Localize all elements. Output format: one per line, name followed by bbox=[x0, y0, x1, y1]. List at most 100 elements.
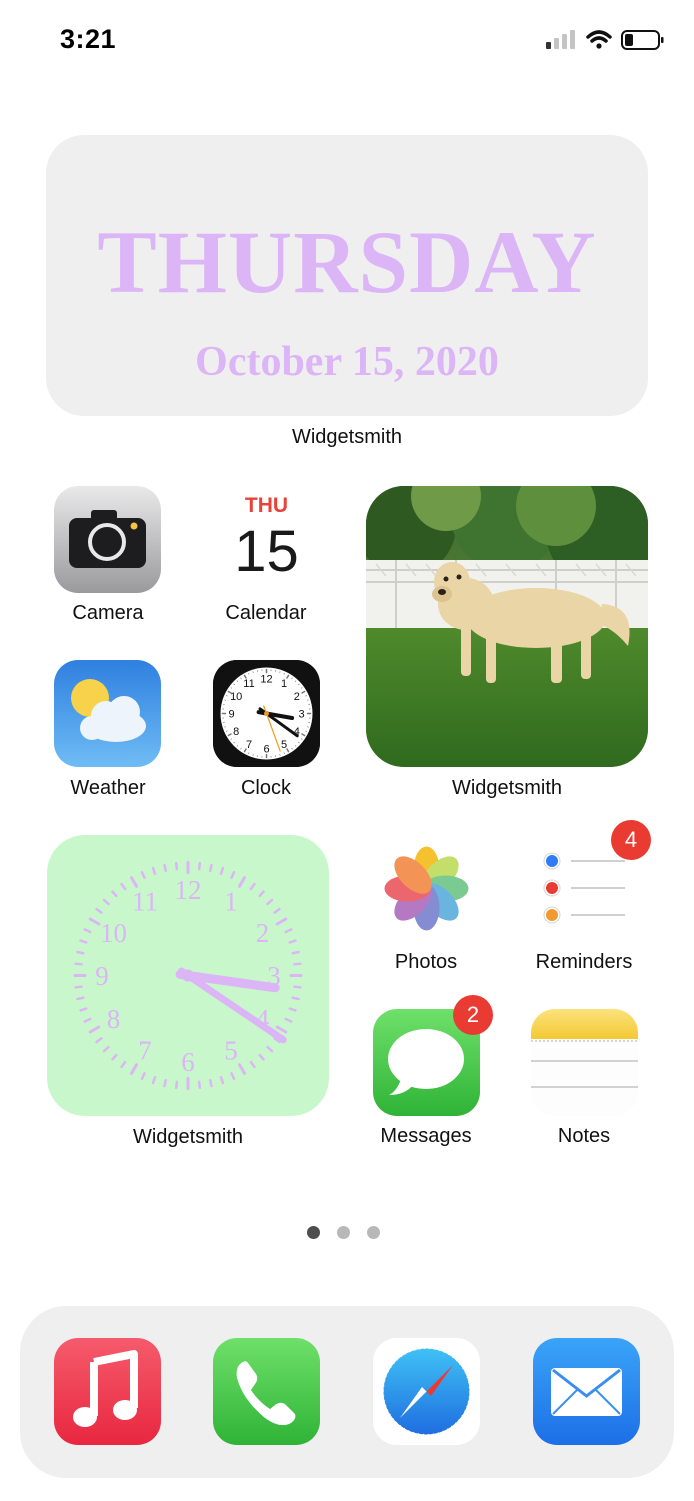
clock-tick bbox=[291, 677, 293, 680]
camera-app-icon[interactable] bbox=[54, 486, 161, 593]
clock-tick bbox=[151, 866, 157, 875]
clock-center bbox=[182, 969, 194, 982]
page-dot[interactable] bbox=[367, 1226, 380, 1239]
clock-numeral: 6 bbox=[263, 743, 269, 755]
clock-tick bbox=[236, 745, 239, 747]
reminders-label: Reminders bbox=[535, 951, 633, 973]
clock-tick bbox=[219, 1076, 225, 1085]
reminders-badge: 4 bbox=[611, 820, 651, 860]
messages-badge: 2 bbox=[453, 995, 493, 1035]
camera-icon bbox=[54, 486, 161, 593]
clock-numeral: 12 bbox=[175, 875, 202, 905]
clock-app-icon[interactable]: 12 1 2 3 4 5 6 7 8 9 10 11 bbox=[213, 660, 320, 767]
calendar-day: 15 bbox=[234, 519, 299, 584]
dock-phone-app[interactable] bbox=[213, 1338, 320, 1445]
clock-numeral: 2 bbox=[294, 691, 300, 703]
clock-tick bbox=[233, 741, 235, 744]
clock-tick bbox=[163, 1078, 168, 1088]
clock-numeral: 7 bbox=[138, 1036, 152, 1066]
date-widget-date: October 15, 2020 bbox=[195, 339, 499, 385]
music-icon bbox=[54, 1338, 161, 1445]
phone-icon bbox=[213, 1338, 320, 1445]
clock-tick bbox=[197, 1080, 202, 1090]
mail-icon bbox=[533, 1338, 640, 1445]
clock-tick bbox=[230, 687, 233, 689]
clock-tick bbox=[151, 1076, 157, 1085]
clock-numeral: 9 bbox=[228, 708, 234, 720]
clock-tick bbox=[291, 950, 300, 955]
clock-numeral: 2 bbox=[256, 918, 270, 948]
clock-tick bbox=[240, 677, 242, 680]
messages-label: Messages bbox=[380, 1125, 472, 1147]
clock-numeral: 1 bbox=[224, 887, 238, 917]
notes-label: Notes bbox=[557, 1125, 611, 1147]
clock-numeral: 6 bbox=[181, 1047, 195, 1077]
clock-numeral: 3 bbox=[298, 708, 304, 720]
clock-tick bbox=[288, 939, 297, 944]
clock-tick bbox=[79, 939, 88, 944]
clock-numeral: 7 bbox=[246, 739, 252, 751]
analog-clock-face: 12 1234567891011 bbox=[47, 835, 329, 1116]
clock-tick bbox=[291, 996, 300, 1001]
notes-app-icon[interactable] bbox=[531, 1009, 638, 1116]
clock-tick bbox=[230, 738, 233, 740]
calendar-app-icon[interactable]: THU 15 bbox=[213, 486, 320, 593]
clock-tick bbox=[197, 861, 202, 871]
clock-label: Clock bbox=[240, 777, 291, 799]
clock-numeral: 10 bbox=[100, 918, 127, 948]
clock-tick bbox=[208, 1078, 213, 1088]
weather-app-icon[interactable] bbox=[54, 660, 161, 767]
clock-center bbox=[264, 711, 269, 716]
calendar-label: Calendar bbox=[225, 602, 307, 624]
clock-tick bbox=[240, 747, 242, 750]
clock-tick bbox=[208, 863, 213, 873]
clock-numeral: 5 bbox=[281, 739, 287, 751]
clock-tick bbox=[293, 962, 302, 966]
clock-tick bbox=[76, 950, 85, 955]
safari-icon bbox=[373, 1338, 480, 1445]
photo-widget-label: Widgetsmith bbox=[451, 777, 563, 799]
wifi-icon bbox=[586, 30, 612, 49]
date-widget-label: Widgetsmith bbox=[291, 426, 403, 448]
page-dot[interactable] bbox=[307, 1226, 320, 1239]
page-indicator[interactable] bbox=[303, 1226, 383, 1242]
clock-tick bbox=[298, 741, 300, 744]
clock-tick bbox=[236, 680, 239, 682]
calendar-weekday: THU bbox=[244, 494, 289, 517]
status-time: 3:21 bbox=[60, 24, 117, 54]
clock-tick bbox=[79, 1007, 88, 1012]
clock-icon: 12 1234567891011 bbox=[213, 660, 320, 767]
clock-tick bbox=[233, 683, 235, 686]
clock-numeral: 11 bbox=[243, 678, 254, 690]
clock-tick bbox=[294, 745, 297, 747]
clock-numeral: 8 bbox=[107, 1004, 121, 1034]
clock-tick bbox=[74, 985, 83, 989]
clock-tick bbox=[219, 866, 225, 875]
clock-tick bbox=[300, 738, 303, 740]
clock-numeral: 11 bbox=[132, 887, 158, 917]
clock-tick bbox=[300, 687, 303, 689]
clock-tick bbox=[293, 985, 302, 989]
camera-label: Camera bbox=[72, 602, 144, 624]
clock-numeral: 8 bbox=[233, 726, 239, 738]
clock-tick bbox=[163, 863, 168, 873]
weather-icon bbox=[54, 660, 161, 767]
cellular-signal-icon bbox=[546, 30, 575, 49]
photo-widget[interactable] bbox=[366, 486, 648, 767]
clock-tick bbox=[288, 1007, 297, 1012]
page-dot[interactable] bbox=[337, 1226, 350, 1239]
clock-numeral: 9 bbox=[95, 961, 109, 991]
clock-numeral: 12 bbox=[260, 673, 272, 685]
clock-numeral: 1 bbox=[281, 678, 287, 690]
clock-numeral: 5 bbox=[224, 1036, 238, 1066]
dock-music-app[interactable] bbox=[54, 1338, 161, 1445]
dock-mail-app[interactable] bbox=[533, 1338, 640, 1445]
notes-icon bbox=[531, 1009, 638, 1116]
clock-tick bbox=[298, 683, 300, 686]
clock-tick bbox=[174, 1080, 179, 1090]
battery-icon bbox=[621, 30, 664, 50]
photos-app-icon[interactable] bbox=[373, 835, 480, 942]
dock-safari-app[interactable] bbox=[373, 1338, 480, 1445]
clock-widget[interactable]: 12 1 2 3 4 5 6 7 8 9 10 11 bbox=[47, 835, 329, 1116]
clock-tick bbox=[174, 861, 179, 871]
